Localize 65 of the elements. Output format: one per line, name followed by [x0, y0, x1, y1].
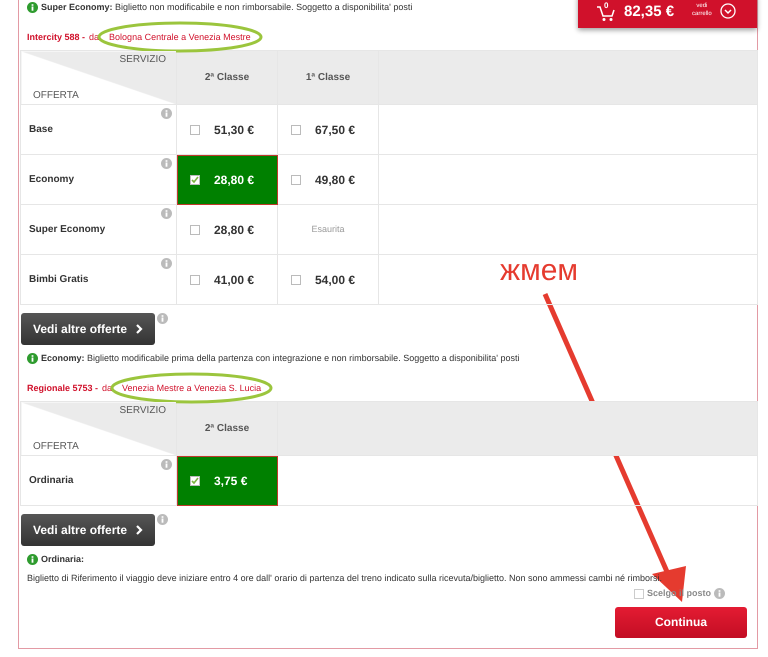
checkbox[interactable]: [190, 224, 200, 234]
info-icon: [161, 158, 172, 169]
offer-name: Base: [29, 124, 53, 135]
chevron-right-icon: [135, 525, 144, 535]
offer-name: Ordinaria: [29, 475, 74, 486]
price-option[interactable]: 49,80 €: [278, 154, 378, 204]
info-icon: [27, 353, 38, 364]
class-header: 2ª Classe: [176, 50, 278, 104]
info-icon: [161, 208, 172, 219]
column-label: OFFERTA: [33, 89, 79, 103]
offer-name: Super Economy: [29, 224, 106, 235]
info-icon: [27, 554, 38, 566]
chevron-right-icon: [135, 324, 144, 334]
price-text: 49,80 €: [315, 172, 356, 188]
sold-out-text: Esaurita: [278, 204, 378, 254]
offer-name: Bimbi Gratis: [29, 274, 88, 285]
more-offers-button[interactable]: Vedi altre offerte: [21, 514, 156, 546]
price-text: 41,00 €: [214, 272, 254, 288]
checkbox[interactable]: [291, 124, 301, 134]
info-icon: [157, 514, 168, 525]
route-text: Venezia Mestre a Venezia S. Lucia: [122, 382, 262, 392]
price-text: 28,80 €: [214, 172, 254, 188]
seat-checkbox[interactable]: [634, 588, 644, 599]
checkbox[interactable]: [291, 174, 301, 184]
note-text: Economy: Biglietto modificabile prima della partenza con integrazione e non rimborsabile. Soggetto a disponibilita' posti: [41, 352, 520, 365]
column-label: SERVIZIO: [120, 404, 166, 418]
cart-total: 82,35 €: [624, 4, 674, 18]
price-option[interactable]: 41,00 €: [176, 254, 278, 304]
price-text: 51,30 €: [214, 122, 254, 138]
price-option[interactable]: 28,80 €: [176, 204, 278, 254]
column-label: OFFERTA: [33, 440, 79, 454]
checkbox[interactable]: [190, 174, 200, 184]
info-icon: [714, 588, 725, 600]
checkbox[interactable]: [190, 476, 200, 486]
info-icon: [157, 313, 168, 324]
offer-name: Economy: [29, 174, 74, 185]
checkbox[interactable]: [190, 124, 200, 134]
column-label: SERVIZIO: [120, 53, 166, 67]
price-text: 67,50 €: [315, 122, 356, 138]
price-option[interactable]: 54,00 €: [278, 254, 378, 304]
continue-button[interactable]: Continua: [615, 606, 747, 638]
train-name: Intercity 588 -: [27, 32, 86, 42]
info-icon: [27, 2, 38, 14]
price-text: 54,00 €: [315, 272, 356, 288]
price-option[interactable]: 67,50 €: [278, 104, 378, 154]
train-name: Regionale 5753 -: [27, 382, 98, 392]
checkbox[interactable]: [291, 274, 301, 284]
cart-count: 0: [604, 2, 608, 10]
note-text: Super Economy: Biglietto non modificabile e non rimborsabile. Soggetto a disponibilita' posti: [41, 1, 412, 14]
chevron-down-icon: [720, 3, 736, 19]
route-text: Bologna Centrale a Venezia Mestre: [109, 32, 251, 42]
info-icon: [161, 459, 172, 470]
price-option[interactable]: 28,80 €: [176, 154, 278, 204]
price-text: 28,80 €: [214, 222, 254, 238]
class-header: 2ª Classe: [176, 402, 278, 456]
info-icon: [161, 258, 172, 269]
info-icon: [161, 108, 172, 119]
more-offers-button[interactable]: Vedi altre offerte: [21, 313, 156, 345]
checkbox[interactable]: [190, 274, 200, 284]
price-text: 3,75 €: [214, 472, 248, 490]
price-option[interactable]: 3,75 €: [176, 456, 278, 506]
annotation-text: жмем: [500, 256, 578, 286]
cart-icon: [596, 4, 616, 22]
note-title: Ordinaria:: [41, 553, 84, 566]
class-header: 1ª Classe: [278, 50, 378, 104]
